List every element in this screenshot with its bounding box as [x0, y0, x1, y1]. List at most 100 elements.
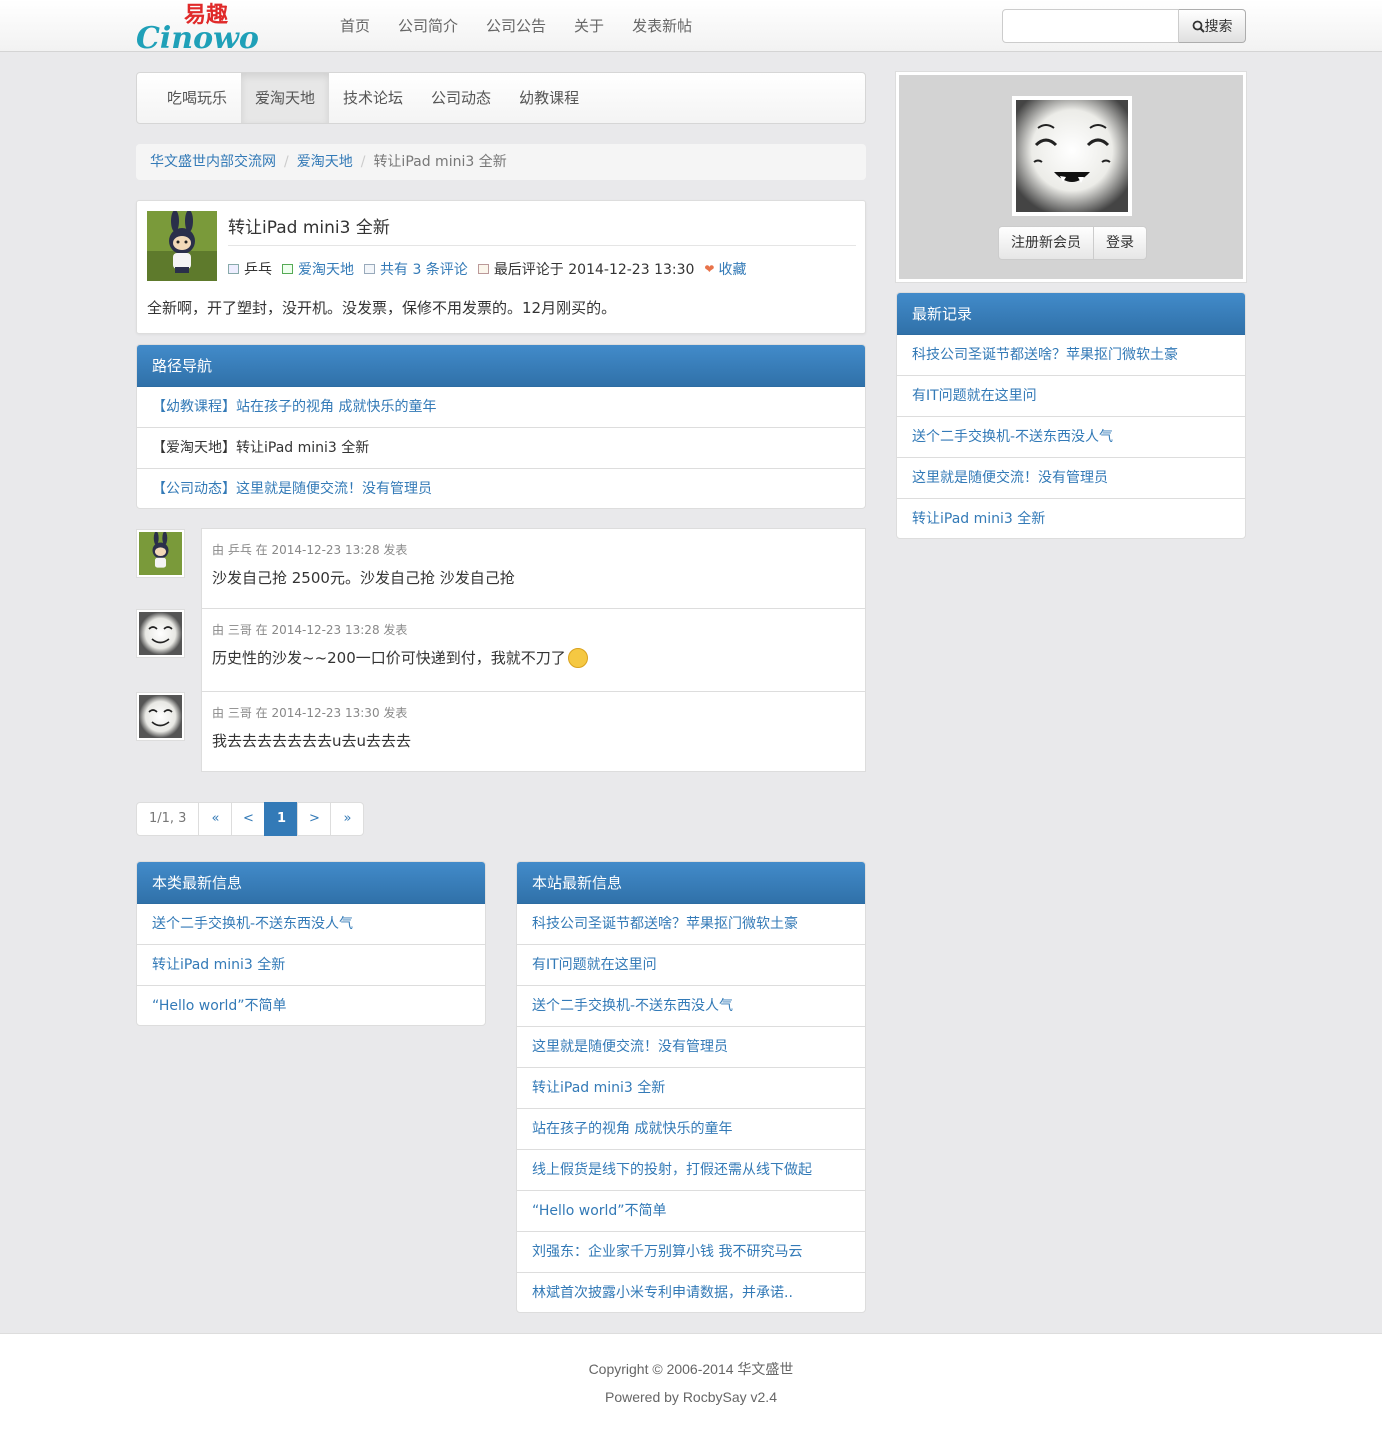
list-link[interactable]: 有IT问题就在这里问 — [532, 957, 657, 973]
heart-icon: ❤ — [704, 262, 715, 276]
breadcrumb-separator: / — [284, 154, 289, 170]
comment-icon — [364, 264, 375, 274]
list-link[interactable]: 有IT问题就在这里问 — [912, 388, 1037, 404]
path-nav-item[interactable]: 【幼教课程】站在孩子的视角 成就快乐的童年 — [137, 387, 865, 428]
recent-panel: 最新记录 科技公司圣诞节都送啥？苹果抠门微软土豪 有IT问题就在这里问 送个二手… — [896, 292, 1246, 539]
list-item: 这里就是随便交流！没有管理员 — [517, 1027, 865, 1068]
list-item: 林斌首次披露小米专利申请数据，并承诺.. — [517, 1273, 865, 1312]
post-card: 转让iPad mini3 全新 乒乓 爱淘天地 共有 3 条评论 最后评论于 2… — [136, 200, 866, 334]
footer-copyright: Copyright © 2006-2014 华文盛世 — [588, 1361, 794, 1377]
list-item: 这里就是随便交流！没有管理员 — [897, 458, 1245, 499]
breadcrumb-category[interactable]: 爱淘天地 — [297, 154, 353, 170]
commenter-avatar[interactable] — [136, 692, 185, 741]
list-link[interactable]: 这里就是随便交流！没有管理员 — [532, 1039, 728, 1055]
list-link[interactable]: 送个二手交换机-不送东西没人气 — [912, 429, 1113, 445]
list-item: “Hello world”不简单 — [137, 986, 485, 1025]
comment-item: 由 乒乓 在 2014-12-23 13:28 发表 沙发自己抢 2500元。沙… — [201, 528, 866, 609]
list-link[interactable]: “Hello world”不简单 — [152, 998, 287, 1014]
site-logo[interactable]: 易趣 Cinowo — [136, 0, 266, 56]
comment-byline: 由 三哥 在 2014-12-23 13:28 发表 — [212, 623, 408, 637]
tab-tech-forum[interactable]: 技术论坛 — [329, 73, 417, 123]
path-nav-title: 路径导航 — [137, 345, 865, 387]
breadcrumb-separator: / — [360, 154, 366, 170]
list-link[interactable]: 转让iPad mini3 全新 — [532, 1080, 665, 1096]
pager-last[interactable]: » — [330, 802, 365, 836]
search-input[interactable] — [1002, 9, 1179, 43]
nav-home[interactable]: 首页 — [326, 0, 384, 52]
category-latest-title: 本类最新信息 — [137, 862, 485, 904]
path-nav-link[interactable]: 【公司动态】这里就是随便交流！没有管理员 — [152, 481, 432, 497]
list-link[interactable]: 林斌首次披露小米专利申请数据，并承诺.. — [532, 1285, 793, 1301]
list-link[interactable]: 科技公司圣诞节都送啥？苹果抠门微软土豪 — [912, 347, 1178, 363]
pager-first[interactable]: « — [198, 802, 233, 836]
path-nav-item[interactable]: 【公司动态】这里就是随便交流！没有管理员 — [137, 469, 865, 508]
post-body: 全新啊，开了塑封，没开机。没发票，保修不用发票的。12月刚买的。 — [147, 299, 617, 317]
tab-company-news[interactable]: 公司动态 — [417, 73, 505, 123]
search-form: 搜索 — [1002, 9, 1246, 43]
breadcrumb: 华文盛世内部交流网 / 爱淘天地 / 转让iPad mini3 全新 — [136, 144, 866, 180]
list-item: 转让iPad mini3 全新 — [137, 945, 485, 986]
search-button[interactable]: 搜索 — [1179, 9, 1246, 43]
nav-about[interactable]: 关于 — [560, 0, 618, 52]
comment-item: 由 三哥 在 2014-12-23 13:28 发表 历史性的沙发~~200一口… — [201, 608, 866, 692]
list-link[interactable]: 送个二手交换机-不送东西没人气 — [532, 998, 733, 1014]
register-button[interactable]: 注册新会员 — [998, 226, 1094, 260]
list-link[interactable]: “Hello world”不简单 — [532, 1203, 667, 1219]
list-link[interactable]: 科技公司圣诞节都送啥？苹果抠门微软土豪 — [532, 916, 798, 932]
list-item: 送个二手交换机-不送东西没人气 — [137, 904, 485, 945]
comment-byline: 由 乒乓 在 2014-12-23 13:28 发表 — [212, 543, 408, 557]
list-item: 有IT问题就在这里问 — [517, 945, 865, 986]
comment-item: 由 三哥 在 2014-12-23 13:30 发表 我去去去去去去去u去u去去… — [201, 691, 866, 772]
nav-about-company[interactable]: 公司简介 — [384, 0, 472, 52]
search-button-label: 搜索 — [1204, 19, 1233, 35]
author-avatar[interactable] — [147, 210, 217, 281]
tab-food-fun[interactable]: 吃喝玩乐 — [153, 73, 241, 123]
list-item: 线上假货是线下的投射，打假还需从线下做起 — [517, 1150, 865, 1191]
note-icon — [477, 264, 489, 274]
list-item: 科技公司圣诞节都送啥？苹果抠门微软土豪 — [897, 335, 1245, 376]
list-link[interactable]: 线上假货是线下的投射，打假还需从线下做起 — [532, 1162, 812, 1178]
comment-byline: 由 三哥 在 2014-12-23 13:30 发表 — [212, 706, 408, 720]
member-box: 注册新会员 登录 — [896, 72, 1246, 282]
nav-new-post[interactable]: 发表新帖 — [618, 0, 706, 52]
commenter-avatar[interactable] — [136, 609, 185, 658]
user-icon — [228, 264, 239, 274]
nav-announcements[interactable]: 公司公告 — [472, 0, 560, 52]
comment-text: 历史性的沙发~~200一口价可快递到付，我就不刀了 — [212, 649, 566, 667]
list-link[interactable]: 这里就是随便交流！没有管理员 — [912, 470, 1108, 486]
list-link[interactable]: 送个二手交换机-不送东西没人气 — [152, 916, 353, 932]
favorite-link[interactable]: 收藏 — [718, 259, 746, 279]
pager-prev[interactable]: < — [231, 802, 266, 836]
comment-text-row: 历史性的沙发~~200一口价可快递到付，我就不刀了 — [212, 647, 588, 668]
list-item: 刘强东：企业家千万别算小钱 我不研究马云 — [517, 1232, 865, 1273]
breadcrumb-current: 转让iPad mini3 全新 — [373, 154, 507, 170]
post-last-comment: 最后评论于 2014-12-23 13:30 — [493, 262, 695, 278]
category-tabs: 吃喝玩乐 爱淘天地 技术论坛 公司动态 幼教课程 — [136, 72, 866, 124]
footer: Copyright © 2006-2014 华文盛世 Powered by Ro… — [0, 1333, 1382, 1430]
list-link[interactable]: 转让iPad mini3 全新 — [152, 957, 285, 973]
list-link[interactable]: 转让iPad mini3 全新 — [912, 511, 1045, 527]
login-button[interactable]: 登录 — [1093, 226, 1147, 260]
pager-info: 1/1, 3 — [136, 802, 200, 836]
tab-aitao[interactable]: 爱淘天地 — [241, 73, 330, 123]
list-item: “Hello world”不简单 — [517, 1191, 865, 1232]
path-nav-link[interactable]: 【幼教课程】站在孩子的视角 成就快乐的童年 — [152, 399, 436, 415]
list-link[interactable]: 刘强东：企业家千万别算小钱 我不研究马云 — [532, 1244, 802, 1260]
breadcrumb-home[interactable]: 华文盛世内部交流网 — [150, 154, 276, 170]
pagination: 1/1, 3 « < 1 > » — [136, 802, 365, 836]
post-title: 转让iPad mini3 全新 — [228, 218, 390, 238]
pager-next[interactable]: > — [297, 802, 332, 836]
list-link[interactable]: 站在孩子的视角 成就快乐的童年 — [532, 1121, 732, 1137]
post-comments-link[interactable]: 共有 3 条评论 — [380, 259, 468, 279]
commenter-avatar[interactable] — [136, 529, 185, 578]
thinking-emoji-icon — [567, 647, 588, 668]
edit-icon — [282, 264, 293, 274]
guest-avatar — [1012, 96, 1132, 216]
tab-education[interactable]: 幼教课程 — [505, 73, 593, 123]
list-item: 转让iPad mini3 全新 — [897, 499, 1245, 538]
post-category-link[interactable]: 爱淘天地 — [298, 259, 354, 279]
comment-text: 我去去去去去去去u去u去去去 — [212, 732, 412, 750]
list-item: 转让iPad mini3 全新 — [517, 1068, 865, 1109]
pager-current[interactable]: 1 — [264, 802, 299, 836]
list-item: 站在孩子的视角 成就快乐的童年 — [517, 1109, 865, 1150]
